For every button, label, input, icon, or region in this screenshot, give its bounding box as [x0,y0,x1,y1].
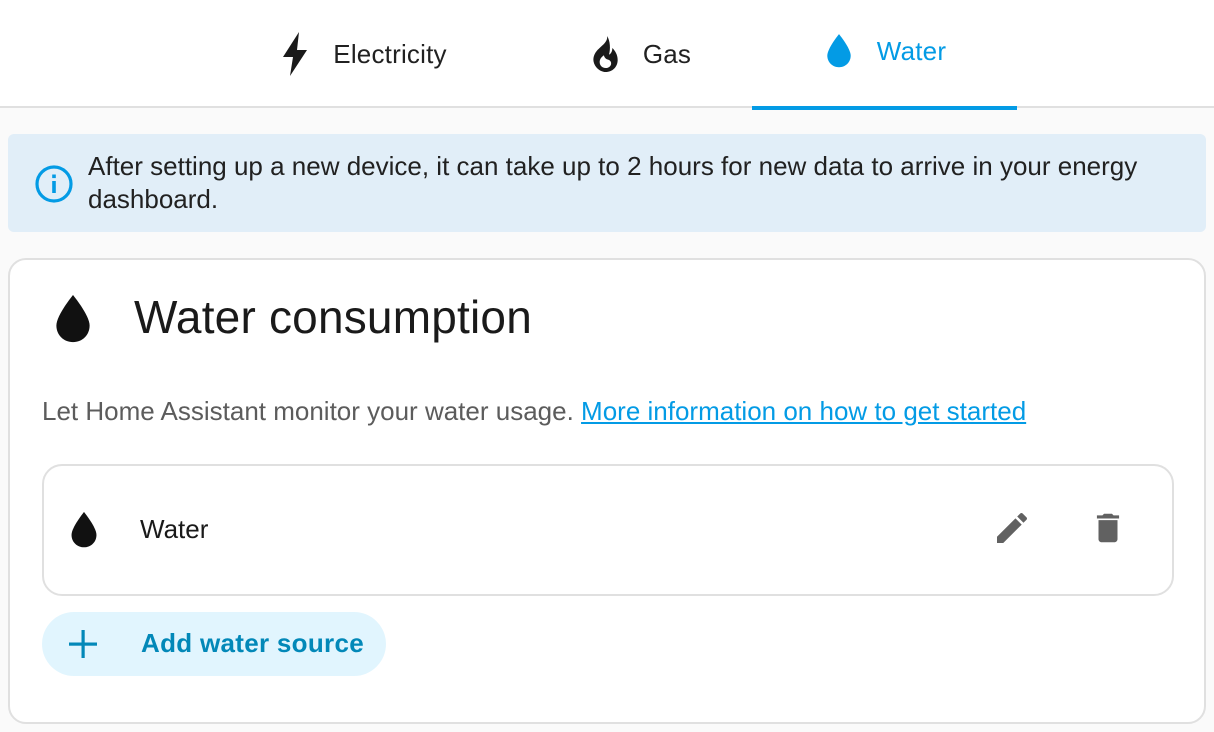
tab-gas[interactable]: Gas [560,0,720,108]
water-source-row: Water [42,464,1174,596]
water-drop-icon [823,34,855,68]
water-drop-icon [70,512,100,548]
lightning-bolt-icon [279,32,311,76]
source-label: Water [140,514,209,544]
description-text: Let Home Assistant monitor your water us… [42,396,574,426]
water-consumption-card: Water consumption Let Home Assistant mon… [8,258,1206,724]
add-water-source-button[interactable]: Add water source [42,612,386,676]
fire-icon [589,36,621,72]
add-button-label: Add water source [141,628,364,658]
more-info-link[interactable]: More information on how to get started [581,396,1026,426]
tab-label: Electricity [333,38,447,69]
card-header: Water consumption [54,290,532,344]
tab-electricity[interactable]: Electricity [248,0,478,108]
card-title: Water consumption [134,291,532,343]
tab-bar: Electricity Gas Water [0,0,1214,110]
tab-water[interactable]: Water [752,0,1017,110]
tab-label: Water [876,35,947,66]
delete-button[interactable] [1084,506,1132,554]
plus-icon [68,629,98,659]
edit-button[interactable] [988,506,1036,554]
alert-message: After setting up a new device, it can ta… [88,151,1138,214]
active-tab-indicator [752,106,1017,110]
pencil-icon [992,508,1032,553]
info-alert: After setting up a new device, it can ta… [8,134,1206,232]
card-description: Let Home Assistant monitor your water us… [42,396,1026,427]
trash-icon [1089,508,1127,553]
tab-label: Gas [642,38,692,69]
water-drop-icon [54,295,96,343]
info-icon [34,164,74,204]
